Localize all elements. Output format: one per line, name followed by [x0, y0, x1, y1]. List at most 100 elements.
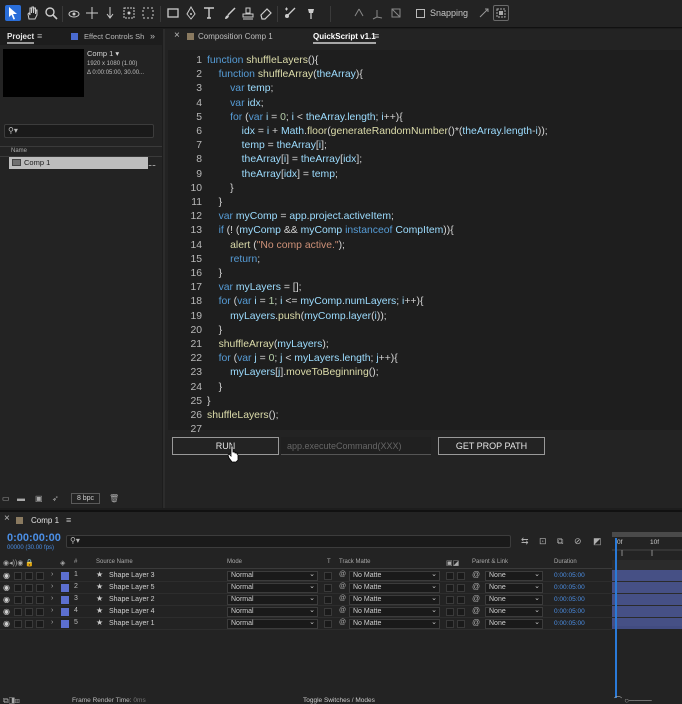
- layer-label-color[interactable]: [61, 608, 69, 616]
- time-ruler[interactable]: 0f 10f: [612, 532, 682, 557]
- code-line[interactable]: 7 temp = theArray[i];: [168, 139, 682, 153]
- matte-source-toggle[interactable]: [457, 620, 465, 628]
- clone-stamp-icon[interactable]: [240, 5, 256, 21]
- flowchart-icon[interactable]: ⚋: [148, 158, 156, 169]
- comp-info-name[interactable]: Comp 1 ▾: [87, 49, 119, 58]
- close-icon[interactable]: ×: [4, 513, 10, 524]
- matte-invert-toggle[interactable]: [446, 620, 454, 628]
- code-line[interactable]: 6 idx = i + Math.floor(generateRandomNum…: [168, 125, 682, 139]
- code-line[interactable]: 11 }: [168, 196, 682, 210]
- code-line[interactable]: 12 var myComp = app.project.activeItem;: [168, 210, 682, 224]
- interpret-footage-icon[interactable]: ▭: [2, 494, 10, 503]
- visibility-eye-icon[interactable]: ◉: [3, 607, 10, 616]
- anchor-icon[interactable]: [121, 5, 137, 21]
- audio-toggle[interactable]: [14, 584, 22, 592]
- layer-name[interactable]: Shape Layer 1: [109, 620, 155, 627]
- layer-row[interactable]: ◉ › 1 ★ Shape Layer 3 Normal ⌄ @ No Matte ⌄ @ None ⌄…: [0, 570, 612, 582]
- mode-dropdown[interactable]: Normal ⌄: [227, 595, 318, 605]
- visibility-eye-icon[interactable]: ◉: [3, 595, 10, 604]
- footer-switch-icons[interactable]: ⧉◨⧆: [3, 696, 20, 704]
- selection-tool-icon[interactable]: [5, 5, 21, 21]
- matte-invert-toggle[interactable]: [446, 572, 454, 580]
- code-line[interactable]: 22 for (var j = 0; j < myLayers.length; …: [168, 352, 682, 366]
- matte-source-toggle[interactable]: [457, 584, 465, 592]
- pick-whip-icon[interactable]: @: [472, 618, 480, 627]
- eraser-icon[interactable]: [258, 5, 274, 21]
- code-line[interactable]: 26 shuffleLayers();: [168, 409, 682, 423]
- code-line[interactable]: 10 }: [168, 182, 682, 196]
- lock-toggle[interactable]: [36, 584, 44, 592]
- rectangle-icon[interactable]: [165, 5, 181, 21]
- code-line[interactable]: 4 var idx;: [168, 97, 682, 111]
- tab-effect-controls[interactable]: Effect Controls Sh: [84, 32, 144, 41]
- marquee-icon[interactable]: [140, 5, 156, 21]
- layer-duration[interactable]: 0:00:05:00: [554, 620, 585, 627]
- layer-row[interactable]: ◉ › 5 ★ Shape Layer 1 Normal ⌄ @ No Matte ⌄ @ None ⌄…: [0, 618, 612, 630]
- project-item-comp[interactable]: Comp 1: [9, 157, 148, 169]
- mode-dropdown[interactable]: Normal ⌄: [227, 619, 318, 629]
- lock-toggle[interactable]: [36, 608, 44, 616]
- axis-local-icon[interactable]: [351, 5, 367, 21]
- project-name-column-header[interactable]: Name: [0, 146, 162, 157]
- layer-name[interactable]: Shape Layer 3: [109, 572, 155, 579]
- solo-toggle[interactable]: [25, 608, 33, 616]
- trash-icon[interactable]: 🗑: [109, 494, 119, 503]
- brush-icon[interactable]: [222, 5, 238, 21]
- parent-dropdown[interactable]: None ⌄: [485, 571, 543, 581]
- code-line[interactable]: 2 function shuffleArray(theArray){: [168, 68, 682, 82]
- code-line[interactable]: 1 function shuffleLayers(){: [168, 54, 682, 68]
- col-track-matte[interactable]: Track Matte: [339, 559, 370, 565]
- label-column-icon[interactable]: ◈: [60, 559, 65, 567]
- expand-chevron-icon[interactable]: ›: [51, 583, 53, 590]
- panel-overflow-icon[interactable]: »: [150, 31, 155, 41]
- panel-menu-icon[interactable]: ≡: [66, 515, 71, 525]
- layer-label-color[interactable]: [61, 572, 69, 580]
- code-line[interactable]: 16 }: [168, 267, 682, 281]
- layer-label-color[interactable]: [61, 620, 69, 628]
- code-line[interactable]: 8 theArray[i] = theArray[idx];: [168, 153, 682, 167]
- panel-menu-icon[interactable]: ≡: [37, 31, 42, 41]
- track-matte-dropdown[interactable]: No Matte ⌄: [349, 583, 440, 593]
- panel-menu-icon[interactable]: ≡: [374, 31, 379, 41]
- code-line[interactable]: 25}: [168, 395, 682, 409]
- layer-track-bar[interactable]: [612, 606, 682, 617]
- snap-edges-icon[interactable]: [476, 5, 492, 21]
- audio-toggle[interactable]: [14, 572, 22, 580]
- layer-label-color[interactable]: [61, 596, 69, 604]
- code-line[interactable]: 9 theArray[idx] = temp;: [168, 168, 682, 182]
- layer-duration[interactable]: 0:00:05:00: [554, 596, 585, 603]
- code-line[interactable]: 13 if (! (myComp && myComp instanceof Co…: [168, 224, 682, 238]
- col-num[interactable]: #: [74, 559, 77, 565]
- graph-editor-icon[interactable]: ◩: [593, 536, 602, 547]
- matte-source-toggle[interactable]: [457, 596, 465, 604]
- parent-dropdown[interactable]: None ⌄: [485, 619, 543, 629]
- preserve-transparency-toggle[interactable]: [324, 596, 332, 604]
- shy-layers-icon[interactable]: ⧉: [557, 536, 563, 547]
- col-duration[interactable]: Duration: [554, 559, 577, 565]
- layer-track-bar[interactable]: [612, 618, 682, 629]
- roto-brush-icon[interactable]: [282, 5, 298, 21]
- frame-blending-icon[interactable]: ⊘: [574, 536, 582, 547]
- code-line[interactable]: 20 }: [168, 324, 682, 338]
- code-line[interactable]: 24 }: [168, 381, 682, 395]
- av-switches-icon[interactable]: ◉◂))◉ 🔒: [3, 559, 34, 567]
- matte-link-icon[interactable]: @: [339, 583, 346, 590]
- matte-source-toggle[interactable]: [457, 608, 465, 616]
- track-matte-dropdown[interactable]: No Matte ⌄: [349, 571, 440, 581]
- preserve-transparency-toggle[interactable]: [324, 584, 332, 592]
- puppet-icon[interactable]: [303, 5, 319, 21]
- expand-chevron-icon[interactable]: ›: [51, 595, 53, 602]
- type-icon[interactable]: [201, 5, 217, 21]
- lock-toggle[interactable]: [36, 572, 44, 580]
- layer-name[interactable]: Shape Layer 4: [109, 608, 155, 615]
- col-parent-link[interactable]: Parent & Link: [472, 559, 508, 565]
- expand-chevron-icon[interactable]: ›: [51, 571, 53, 578]
- mode-dropdown[interactable]: Normal ⌄: [227, 607, 318, 617]
- pick-whip-icon[interactable]: @: [472, 594, 480, 603]
- get-prop-path-button[interactable]: GET PROP PATH: [438, 437, 545, 455]
- matte-invert-toggle[interactable]: [446, 584, 454, 592]
- execute-command-input[interactable]: [281, 437, 431, 455]
- code-line[interactable]: 18 for (var i = 1; i <= myComp.numLayers…: [168, 295, 682, 309]
- layer-name[interactable]: Shape Layer 5: [109, 584, 155, 591]
- hand-tool-icon[interactable]: [24, 5, 40, 21]
